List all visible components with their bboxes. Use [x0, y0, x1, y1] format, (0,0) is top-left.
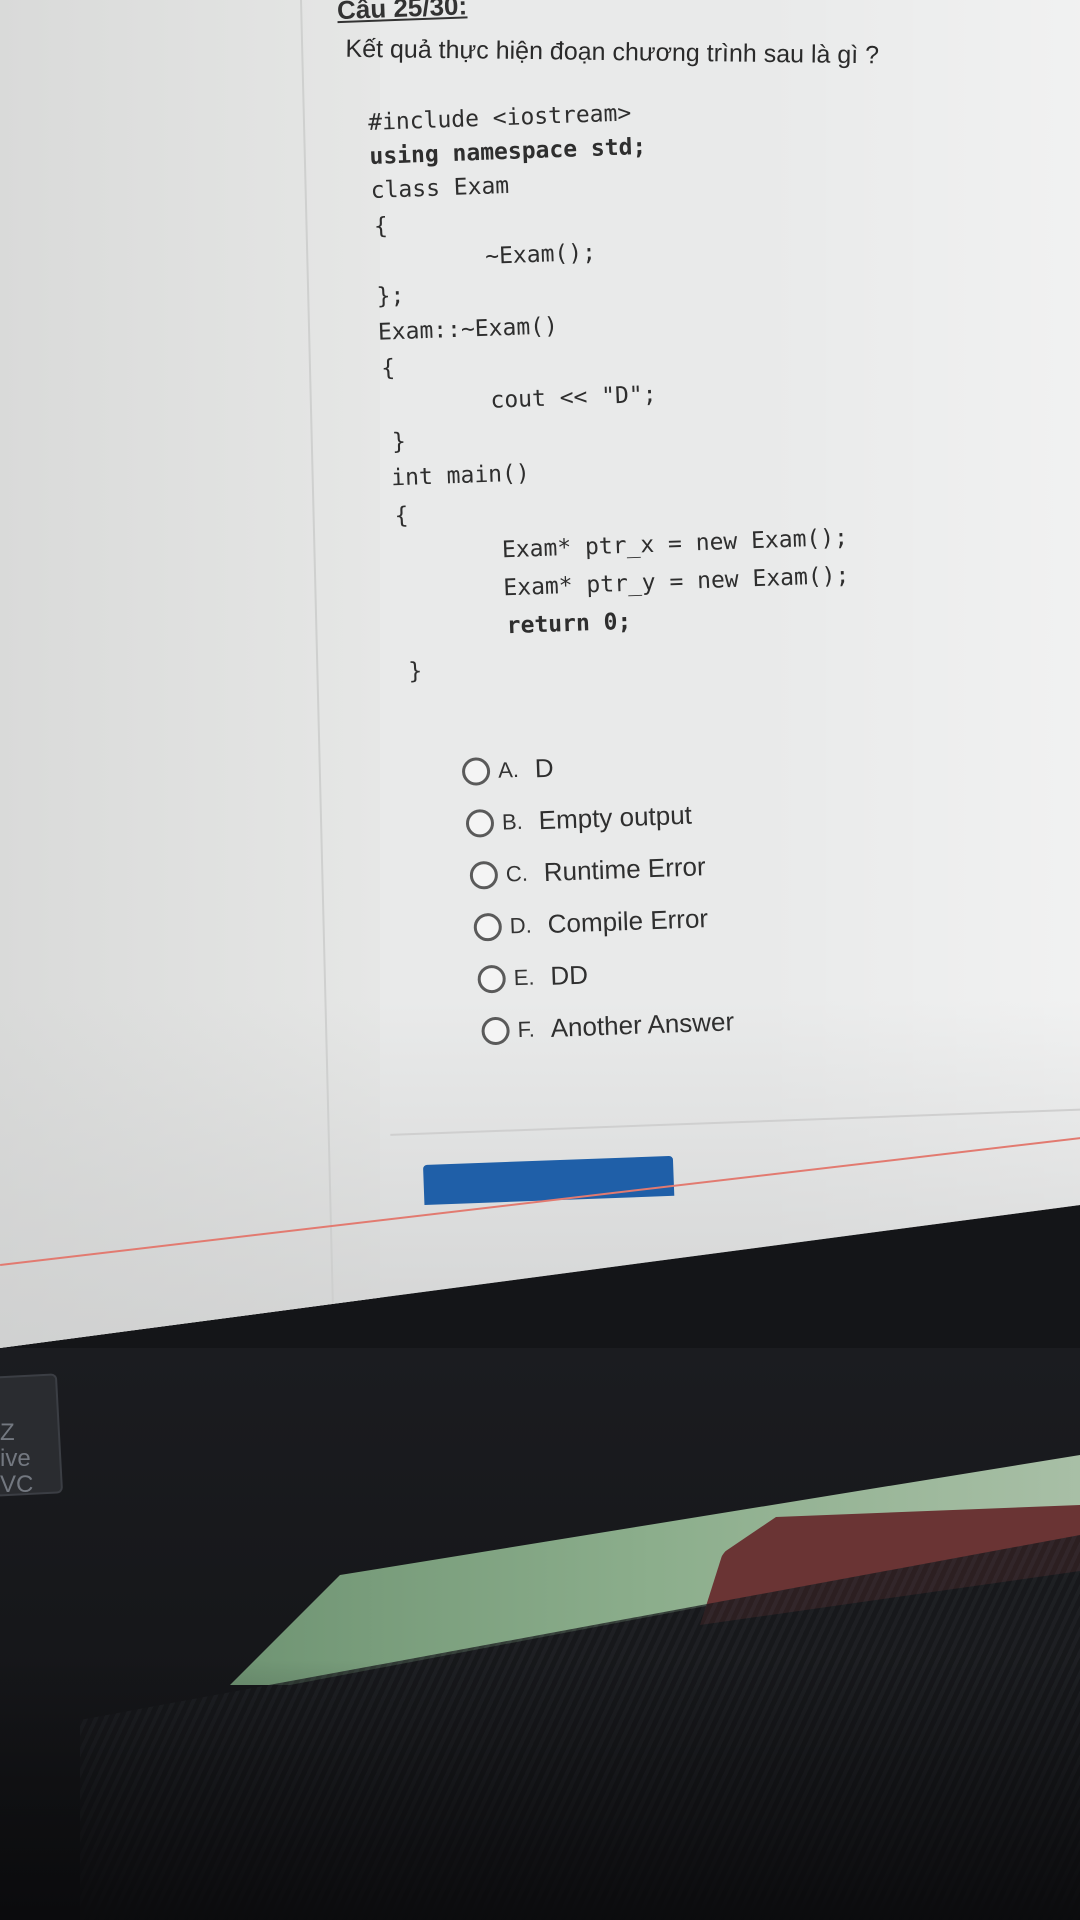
photo-of-monitor: Câu 25/30: Kết quả thực hiện đoạn chương… — [0, 0, 1080, 1920]
code-line: { — [373, 213, 389, 240]
code-line: { — [394, 502, 410, 530]
code-line: #include <iostream> — [367, 100, 632, 137]
question-text: Kết quả thực hiện đoạn chương trình sau … — [345, 34, 880, 70]
code-line: int main() — [390, 460, 531, 492]
option-letter: B. — [501, 808, 524, 835]
option-text: DD — [549, 959, 589, 991]
sticker-text: Z ive VC — [0, 1419, 34, 1498]
laptop-shadow — [0, 1660, 1080, 1920]
radio-button-e[interactable] — [477, 964, 507, 994]
code-line: cout << "D"; — [490, 381, 658, 414]
option-text: D — [534, 752, 555, 784]
option-letter: D. — [509, 912, 533, 938]
radio-button-c[interactable] — [469, 860, 499, 890]
code-line: Exam::~Exam() — [377, 313, 559, 346]
radio-button-a[interactable] — [461, 756, 491, 786]
option-text: Empty output — [538, 799, 693, 836]
option-a[interactable]: A. D — [461, 752, 555, 787]
option-letter: F. — [517, 1016, 536, 1042]
question-number: Câu 25/30: — [336, 0, 468, 26]
option-letter: E. — [513, 964, 535, 990]
code-line: }; — [376, 282, 405, 310]
radio-button-f[interactable] — [481, 1015, 511, 1045]
code-line: } — [391, 428, 407, 456]
option-letter: A. — [497, 756, 520, 783]
radio-button-d[interactable] — [473, 912, 503, 942]
option-text: Compile Error — [547, 903, 709, 939]
code-line: class Exam — [370, 172, 510, 204]
option-b[interactable]: B. Empty output — [465, 800, 692, 839]
option-c[interactable]: C. Runtime Error — [469, 851, 706, 891]
option-letter: C. — [505, 860, 529, 886]
option-text: Runtime Error — [543, 851, 707, 888]
code-line: ~Exam(); — [484, 239, 597, 270]
radio-button-b[interactable] — [465, 808, 495, 838]
option-e[interactable]: E. DD — [477, 959, 589, 995]
code-line: } — [407, 658, 423, 685]
code-line: return 0; — [506, 608, 632, 640]
option-d[interactable]: D. Compile Error — [473, 903, 709, 943]
code-line: { — [380, 355, 396, 382]
code-line: using namespace std; — [369, 133, 647, 170]
